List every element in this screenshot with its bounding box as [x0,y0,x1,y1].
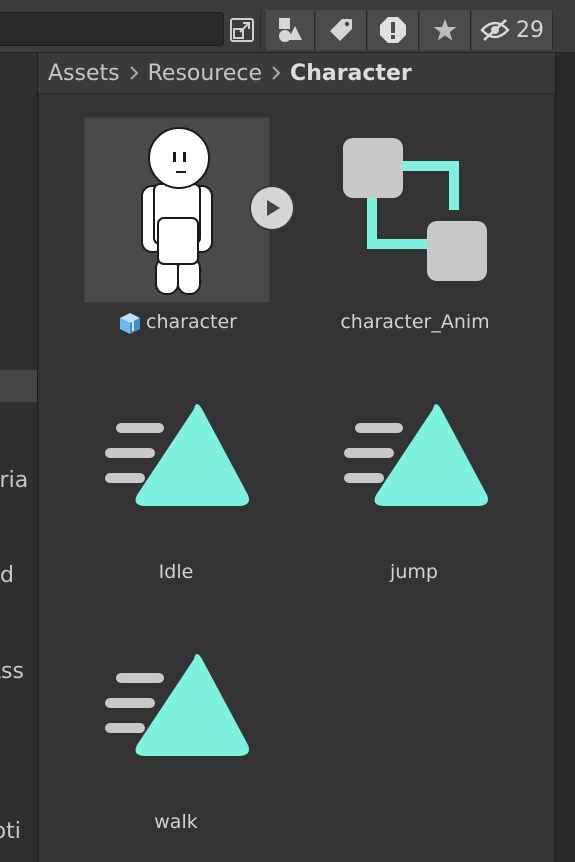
eye-slash-icon [480,19,510,41]
popout-icon [230,18,254,42]
animation-clip-icon[interactable] [102,649,252,759]
tree-item[interactable]: nd [0,563,14,588]
breadcrumb-item-character[interactable]: Character [290,61,412,86]
star-icon [433,19,457,41]
project-tree-panel: eria nd Ass ipti [0,53,38,862]
chevron-right-icon [129,66,139,80]
tree-item[interactable]: ipti [0,819,21,844]
play-icon [267,200,280,216]
animation-clip-icon[interactable] [341,399,491,509]
model-prefab-icon [120,313,140,334]
hidden-count: 29 [516,17,544,43]
filter-by-type-button[interactable] [266,10,315,50]
tree-item-selected[interactable] [0,370,37,402]
asset-label-idle[interactable]: Idle [126,561,226,583]
character-figure-icon [141,127,213,295]
asset-label-character-anim[interactable]: character_Anim [340,311,490,333]
asset-label-jump[interactable]: jump [364,561,464,583]
animator-controller-icon[interactable] [342,136,490,284]
toolbar: 29 [0,0,575,53]
favorites-button[interactable] [420,10,471,50]
filter-by-label-button[interactable] [316,10,367,50]
animation-clip-icon[interactable] [102,399,252,509]
asset-character-thumbnail[interactable] [84,117,270,303]
popout-button[interactable] [224,10,261,50]
breadcrumb: Assets Resourece Character [38,53,564,94]
tree-item[interactable]: eria [0,468,28,493]
asset-label-character[interactable]: character [146,311,237,333]
search-input[interactable] [0,12,224,46]
breadcrumb-item-assets[interactable]: Assets [48,61,120,86]
preview-play-button[interactable] [251,187,293,229]
filter-by-log-type-button[interactable] [368,10,419,50]
asset-label-walk[interactable]: walk [126,811,226,833]
tag-icon [330,19,352,41]
hidden-packages-button[interactable]: 29 [472,10,553,50]
error-icon [380,17,406,43]
scrollbar[interactable] [555,53,575,862]
tree-item[interactable]: Ass [0,659,24,684]
breadcrumb-item-resourece[interactable]: Resourece [148,61,262,86]
chevron-right-icon [272,66,281,80]
shapes-icon [279,18,302,42]
